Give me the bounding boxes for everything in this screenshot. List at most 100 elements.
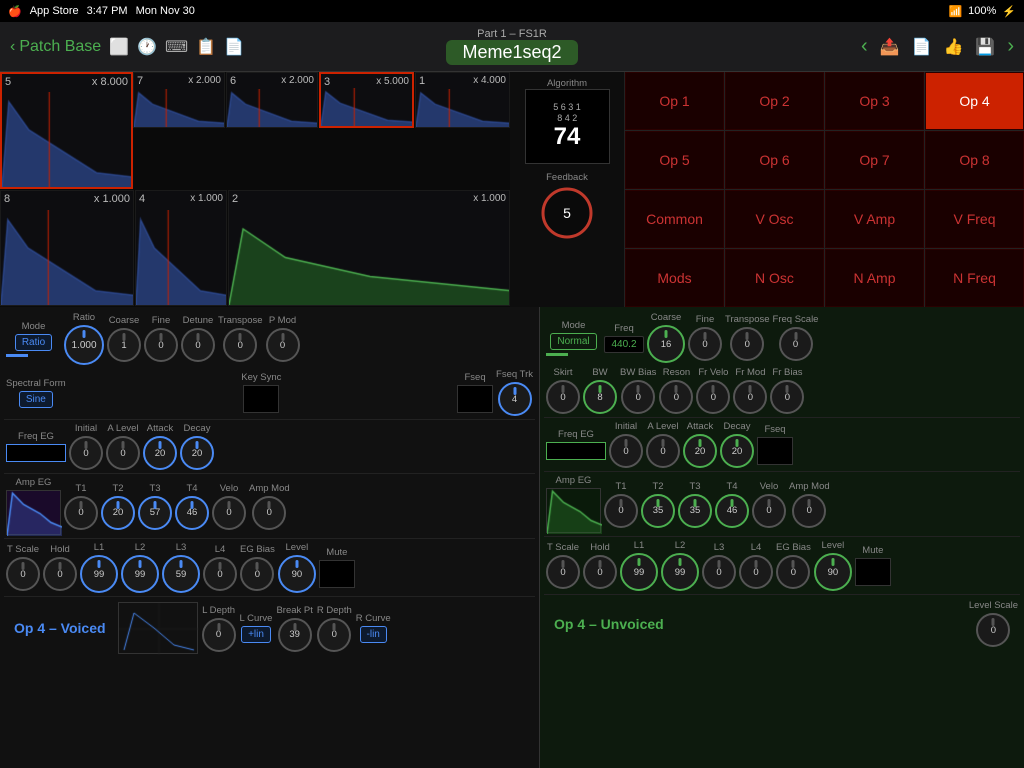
fseq-checkbox[interactable]	[457, 385, 493, 413]
amp-t2-knob[interactable]: 20	[101, 496, 135, 530]
feq-alevel-knob[interactable]: 0	[106, 436, 140, 470]
ufrbias-knob[interactable]: 0	[770, 380, 804, 414]
env-box-4[interactable]: 4 x 1.000	[135, 190, 227, 306]
r-curve-btn[interactable]: -lin	[360, 626, 387, 643]
env-box-2[interactable]: 2 x 1.000	[228, 190, 510, 306]
keyboard-icon[interactable]: ⌨	[165, 37, 188, 57]
l1-knob[interactable]: 99	[80, 555, 118, 593]
op-cell-common[interactable]: Common	[625, 190, 724, 248]
env-box-6[interactable]: 6 x 2.000	[226, 72, 318, 128]
op-cell-2[interactable]: Op 2	[725, 72, 824, 130]
uhold-knob[interactable]: 0	[583, 555, 617, 589]
amp-t3-knob[interactable]: 57	[138, 496, 172, 530]
ul4-knob[interactable]: 0	[739, 555, 773, 589]
tscale-knob[interactable]: 0	[6, 557, 40, 591]
r-depth-knob[interactable]: 0	[317, 618, 351, 652]
op-cell-4[interactable]: Op 4	[925, 72, 1024, 130]
paste-icon[interactable]: 📄	[224, 37, 244, 57]
pmod-knob[interactable]: 0	[266, 328, 300, 362]
feq-attack-knob[interactable]: 20	[143, 436, 177, 470]
ufrmod-knob[interactable]: 0	[733, 380, 767, 414]
break-pt-knob[interactable]: 39	[278, 618, 312, 652]
amp-t1-knob[interactable]: 0	[64, 496, 98, 530]
detune-knob[interactable]: 0	[181, 328, 215, 362]
umode-button[interactable]: Normal	[550, 333, 596, 350]
ufeq-alevel-knob[interactable]: 0	[646, 434, 680, 468]
l4-knob[interactable]: 0	[203, 557, 237, 591]
back-button[interactable]: ‹ Patch Base	[10, 38, 101, 56]
patch-name[interactable]: Meme1seq2	[446, 40, 577, 65]
amp-velo-knob[interactable]: 0	[212, 496, 246, 530]
ureson-knob[interactable]: 0	[659, 380, 693, 414]
op-cell-vfreq[interactable]: V Freq	[925, 190, 1024, 248]
umute-checkbox[interactable]	[855, 558, 891, 586]
ubw-knob[interactable]: 8	[583, 380, 617, 414]
spectral-form-button[interactable]: Sine	[19, 391, 53, 408]
history-icon[interactable]: 🕐	[137, 37, 157, 57]
ufine-knob[interactable]: 0	[688, 327, 722, 361]
ufeq-initial-knob[interactable]: 0	[609, 434, 643, 468]
ufeq-decay-knob[interactable]: 20	[720, 434, 754, 468]
ulevel-knob[interactable]: 90	[814, 553, 852, 591]
copy-icon[interactable]: 📋	[196, 37, 216, 57]
fine-knob[interactable]: 0	[144, 328, 178, 362]
ufeq-attack-knob[interactable]: 20	[683, 434, 717, 468]
ufreqscale-knob[interactable]: 0	[779, 327, 813, 361]
uamp-velo-knob[interactable]: 0	[752, 494, 786, 528]
eg-bias-knob[interactable]: 0	[240, 557, 274, 591]
document-icon[interactable]: 📄	[912, 37, 932, 57]
prev-arrow[interactable]: ‹	[861, 35, 868, 58]
share-icon[interactable]: 📤	[880, 37, 900, 57]
transpose-knob[interactable]: 0	[223, 328, 257, 362]
next-arrow[interactable]: ›	[1007, 35, 1014, 58]
uamp-t4-knob[interactable]: 46	[715, 494, 749, 528]
op-cell-8[interactable]: Op 8	[925, 131, 1024, 189]
save-icon[interactable]: 💾	[975, 37, 995, 57]
ul3-knob[interactable]: 0	[702, 555, 736, 589]
feq-decay-knob[interactable]: 20	[180, 436, 214, 470]
uskirt-knob[interactable]: 0	[546, 380, 580, 414]
fseq-trk-knob[interactable]: 4	[498, 382, 532, 416]
env-box-3[interactable]: 3 x 5.000	[319, 72, 414, 128]
op-cell-nfreq[interactable]: N Freq	[925, 249, 1024, 307]
op-cell-5[interactable]: Op 5	[625, 131, 724, 189]
l-curve-btn[interactable]: +lin	[241, 626, 271, 643]
uamp-t2-knob[interactable]: 35	[641, 494, 675, 528]
ueg-bias-knob[interactable]: 0	[776, 555, 810, 589]
uamp-t3-knob[interactable]: 35	[678, 494, 712, 528]
hold-knob[interactable]: 0	[43, 557, 77, 591]
ufrvelo-knob[interactable]: 0	[696, 380, 730, 414]
op-cell-1[interactable]: Op 1	[625, 72, 724, 130]
ul2-knob[interactable]: 99	[661, 553, 699, 591]
l-depth-knob[interactable]: 0	[202, 618, 236, 652]
env-box-8[interactable]: 8 x 1.000	[0, 190, 134, 306]
coarse-knob[interactable]: 1	[107, 328, 141, 362]
mute-checkbox[interactable]	[319, 560, 355, 588]
ul1-knob[interactable]: 99	[620, 553, 658, 591]
uamp-mod-knob[interactable]: 0	[792, 494, 826, 528]
window-icon[interactable]: ⬜	[109, 37, 129, 57]
op-cell-3[interactable]: Op 3	[825, 72, 924, 130]
amp-mod-knob[interactable]: 0	[252, 496, 286, 530]
op-cell-nosc[interactable]: N Osc	[725, 249, 824, 307]
key-sync-checkbox[interactable]	[243, 385, 279, 413]
feq-initial-knob[interactable]: 0	[69, 436, 103, 470]
ulevelscale-knob[interactable]: 0	[976, 613, 1010, 647]
thumbsup-icon[interactable]: 👍	[943, 37, 963, 57]
op-cell-vamp[interactable]: V Amp	[825, 190, 924, 248]
ubwbias-knob[interactable]: 0	[621, 380, 655, 414]
utscale-knob[interactable]: 0	[546, 555, 580, 589]
uamp-t1-knob[interactable]: 0	[604, 494, 638, 528]
l3-knob[interactable]: 59	[162, 555, 200, 593]
env-box-7[interactable]: 7 x 2.000	[133, 72, 225, 128]
ratio-knob[interactable]: 1.000	[64, 325, 104, 365]
utranspose-knob[interactable]: 0	[730, 327, 764, 361]
l2-knob[interactable]: 99	[121, 555, 159, 593]
mode-button[interactable]: Ratio	[15, 334, 52, 351]
op-cell-6[interactable]: Op 6	[725, 131, 824, 189]
ucoarse-knob[interactable]: 16	[647, 325, 685, 363]
op-cell-namp[interactable]: N Amp	[825, 249, 924, 307]
env-box-1[interactable]: 1 x 4.000	[415, 72, 510, 128]
amp-t4-knob[interactable]: 46	[175, 496, 209, 530]
level-knob[interactable]: 90	[278, 555, 316, 593]
